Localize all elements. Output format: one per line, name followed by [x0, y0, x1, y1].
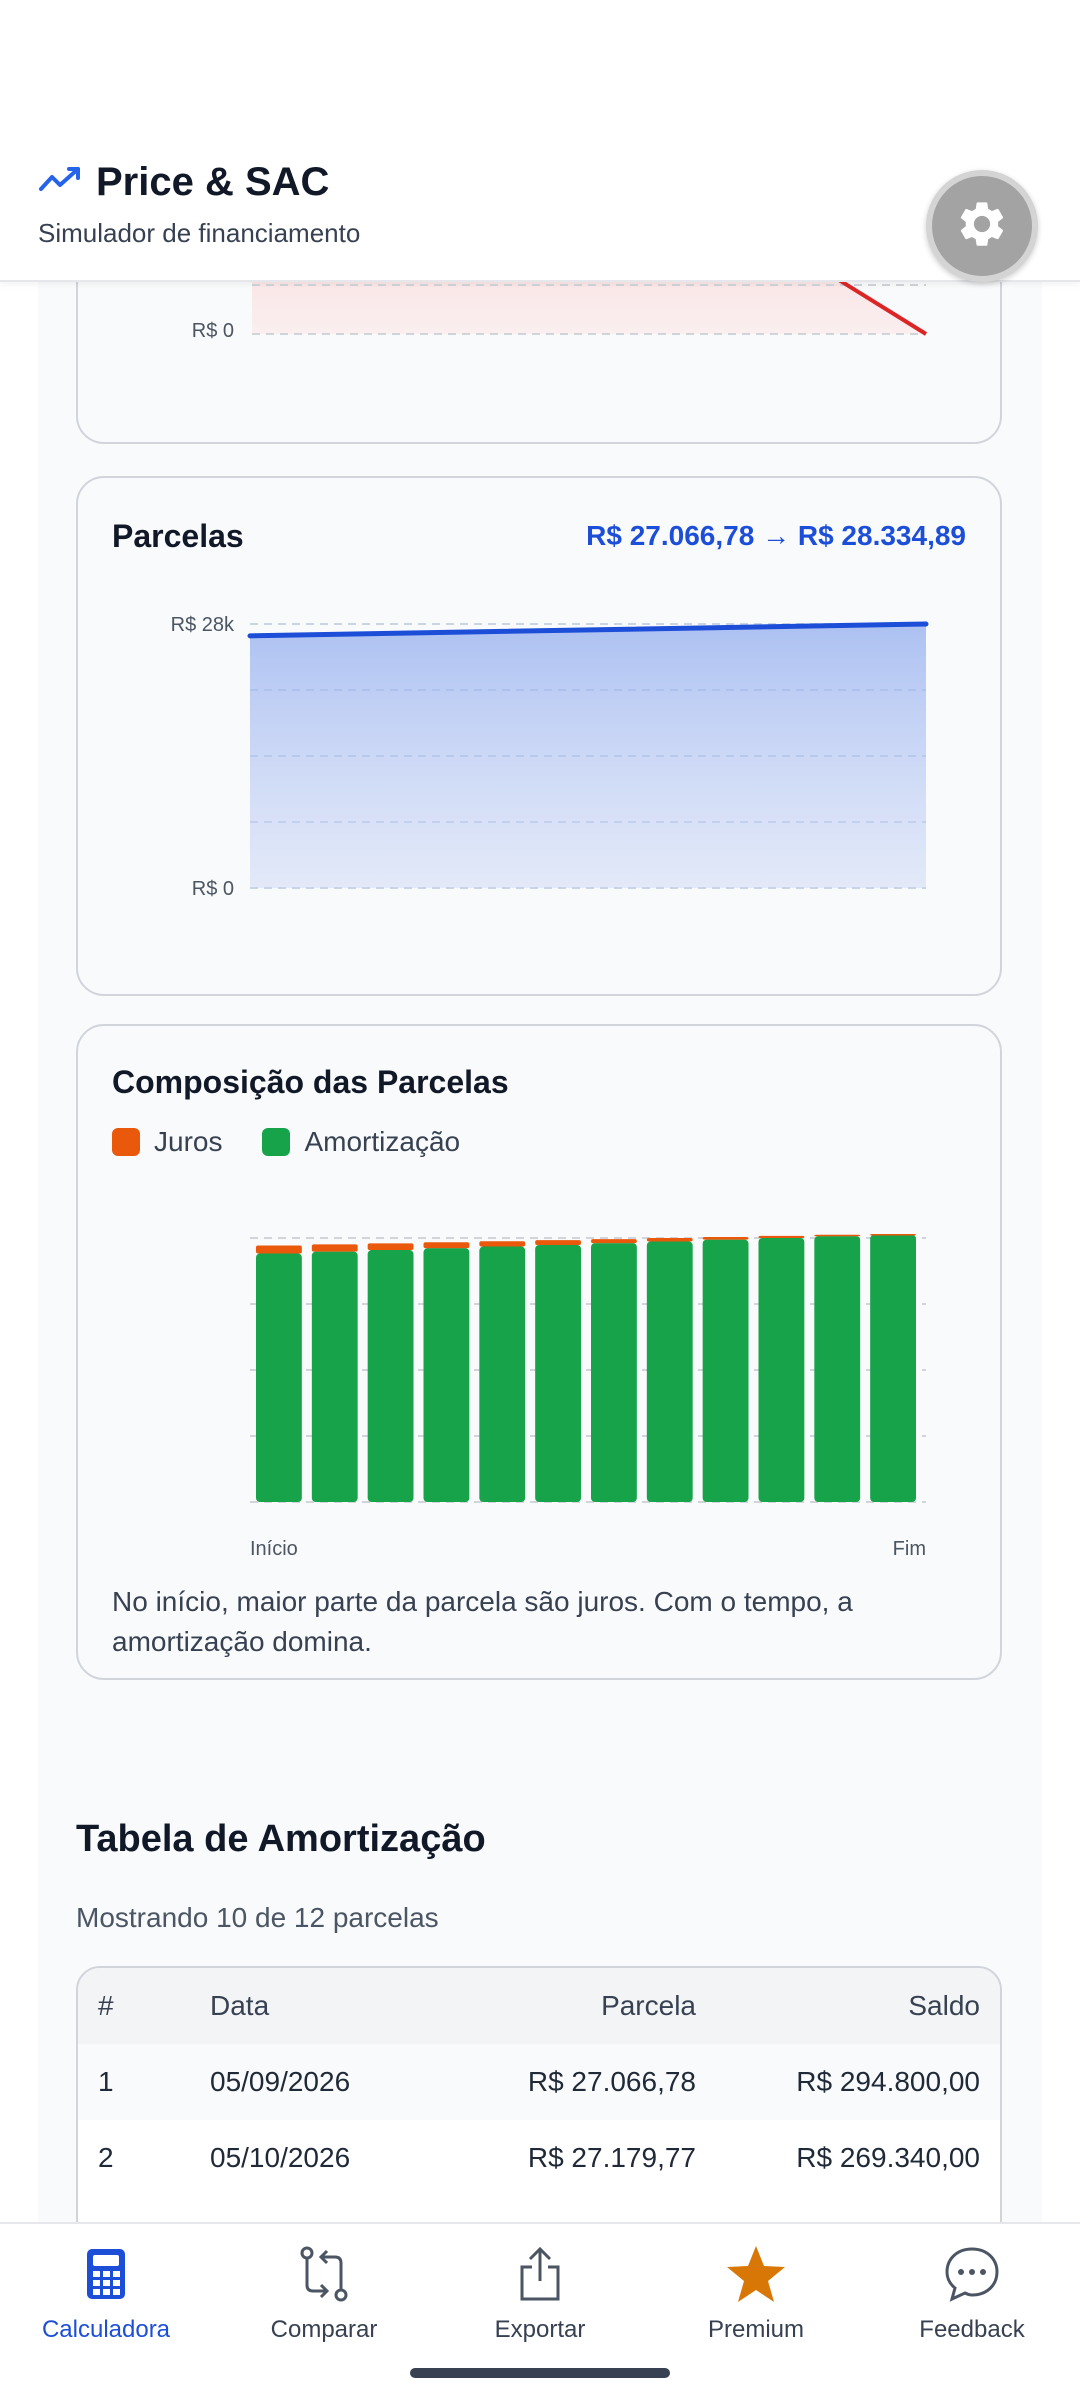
nav-item-calculadora[interactable]: Calculadora [6, 2242, 206, 2344]
app-subtitle: Simulador de financiamento [38, 218, 361, 248]
row-parcela: R$ 27.066,78 [527, 2066, 696, 2097]
bar-juros-9 [702, 1236, 749, 1240]
bar-juros-6 [535, 1240, 581, 1245]
tabela-subtitle: Mostrando 10 de 12 parcelas [76, 1902, 439, 1933]
bar-juros-4 [423, 1242, 470, 1249]
composicao-bars [256, 1234, 916, 1502]
amortizacao-table[interactable]: # Data Parcela Saldo 1 05/09/2026 R$ 27.… [76, 1966, 1002, 2222]
nav-item-comparar[interactable]: Comparar [224, 2242, 424, 2344]
header-parcela: Parcela [601, 1990, 696, 2021]
row-parcela: R$ 27.179,77 [527, 2142, 696, 2173]
saldo-chart [252, 282, 928, 336]
main-content[interactable]: R$ 0 Parcelas R$ 27.066,78 → R$ 28.334,8… [0, 282, 1080, 2222]
bar-amortizacao-5 [479, 1246, 526, 1502]
parcelas-card: Parcelas R$ 27.066,78 → R$ 28.334,89 R$ … [76, 476, 1002, 996]
bar-juros-7 [591, 1239, 637, 1244]
chat-bubble-icon [943, 2242, 1001, 2306]
trend-line-icon [38, 165, 82, 200]
compare-arrows-icon [297, 2242, 351, 2306]
calculator-icon [84, 2242, 128, 2306]
bar-juros-1 [256, 1245, 302, 1254]
x-axis-start-label: Início [250, 1538, 298, 1560]
bar-amortizacao-11 [814, 1236, 861, 1502]
bar-amortizacao-12 [870, 1234, 916, 1502]
bar-amortizacao-3 [367, 1250, 414, 1502]
nav-item-exportar[interactable]: Exportar [440, 2242, 640, 2344]
header-num: # [98, 1990, 114, 2021]
bar-amortizacao-8 [646, 1241, 693, 1502]
parcelas-chart [247, 621, 929, 889]
row-saldo: R$ 269.340,00 [796, 2142, 980, 2173]
bar-amortizacao-1 [256, 1253, 302, 1502]
bottom-nav: Calculadora Comparar Exportar Premium Fe… [0, 2222, 1080, 2400]
row-data: 05/10/2026 [210, 2142, 351, 2173]
row-data: 05/09/2026 [210, 2066, 351, 2097]
table-row[interactable]: 1 05/09/2026 R$ 27.066,78 R$ 294.800,00 [78, 2044, 1000, 2120]
nav-label-feedback: Feedback [919, 2316, 1025, 2343]
nav-label-comparar: Comparar [270, 2316, 378, 2343]
header-title-row: Price & SAC [38, 160, 329, 205]
saldo-chart-card: R$ 0 [76, 282, 1002, 444]
bar-amortizacao-4 [423, 1248, 470, 1502]
table-row[interactable]: 2 05/10/2026 R$ 27.179,77 R$ 269.340,00 [78, 2120, 1000, 2196]
row-num: 2 [98, 2142, 114, 2173]
bar-juros-3 [367, 1243, 414, 1251]
row-num: 1 [98, 2066, 114, 2097]
parcelas-area [250, 624, 926, 888]
composicao-note: No início, maior parte da parcela são ju… [112, 1586, 853, 1657]
nav-item-premium[interactable]: Premium [656, 2242, 856, 2344]
bar-juros-2 [311, 1244, 358, 1252]
bar-juros-8 [646, 1238, 693, 1242]
share-export-icon [516, 2242, 564, 2306]
bar-juros-12 [870, 1234, 916, 1236]
bar-amortizacao-6 [535, 1244, 581, 1502]
x-axis-end-label: Fim [892, 1538, 926, 1560]
app-title: Price & SAC [96, 160, 330, 204]
table-header-row: # Data Parcela Saldo [78, 1968, 1000, 2044]
saldo-area [252, 282, 926, 334]
y-axis-min-label: R$ 0 [191, 320, 234, 342]
app-header: Price & SAC Simulador de financiamento [0, 0, 1080, 282]
composicao-chart [250, 1234, 926, 1503]
bar-juros-5 [479, 1241, 526, 1247]
star-icon [725, 2242, 787, 2306]
home-indicator [410, 2368, 670, 2378]
gear-icon [955, 197, 1009, 256]
header-data: Data [210, 1990, 270, 2021]
header-saldo: Saldo [908, 1990, 980, 2021]
tabela-title: Tabela de Amortização [76, 1818, 486, 1860]
bar-juros-11 [814, 1234, 861, 1237]
nav-item-feedback[interactable]: Feedback [872, 2242, 1072, 2344]
settings-button[interactable] [926, 170, 1038, 282]
bar-juros-10 [758, 1235, 805, 1239]
bar-amortizacao-9 [702, 1239, 749, 1502]
composicao-card: Composição das Parcelas Juros Amortizaçã… [76, 1024, 1002, 1680]
nav-label-calculadora: Calculadora [41, 2316, 171, 2343]
nav-label-premium: Premium [707, 2316, 804, 2343]
bar-amortizacao-10 [758, 1238, 805, 1502]
bar-amortizacao-7 [591, 1243, 637, 1502]
row-saldo: R$ 294.800,00 [796, 2066, 980, 2097]
bar-amortizacao-2 [311, 1251, 358, 1502]
nav-label-exportar: Exportar [494, 2316, 586, 2343]
